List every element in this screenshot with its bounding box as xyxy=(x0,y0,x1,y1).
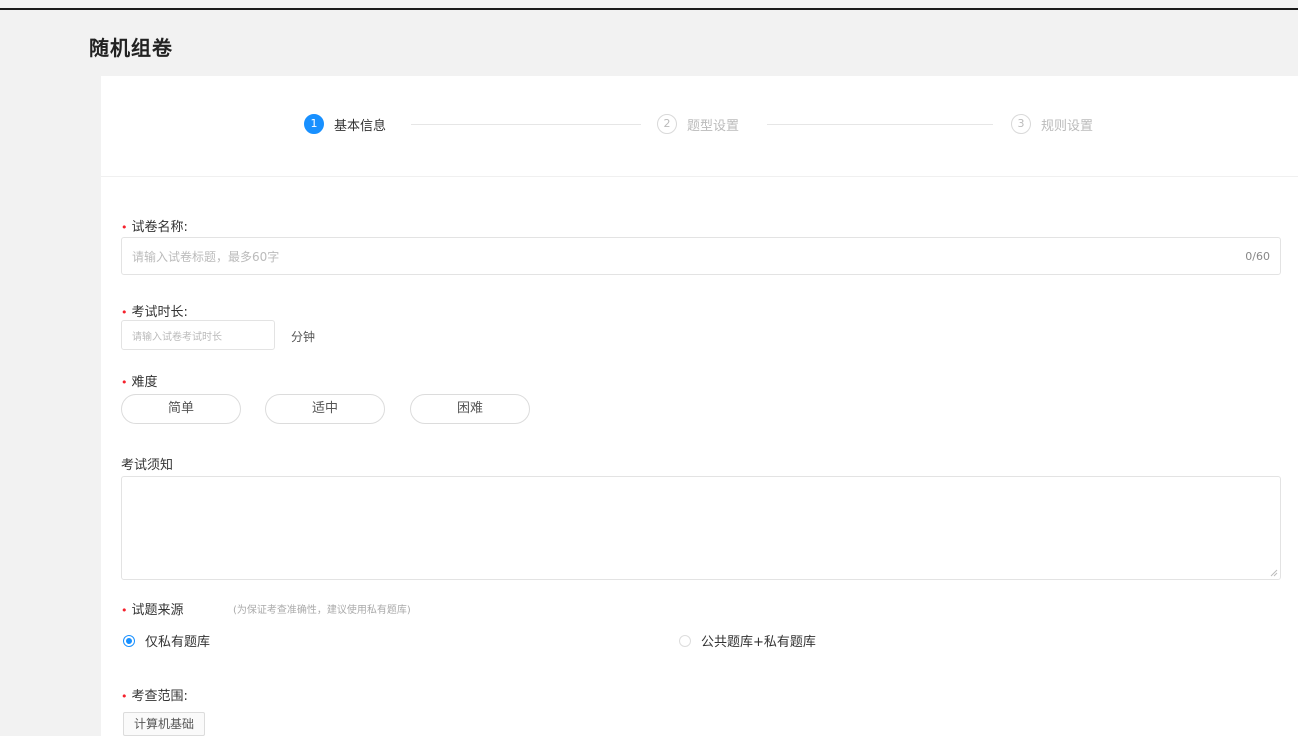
page-title: 随机组卷 xyxy=(89,36,173,60)
source-hint: (为保证考查准确性，建议使用私有题库) xyxy=(233,605,411,616)
notice-label: 考试须知 xyxy=(121,458,174,473)
difficulty-easy-button[interactable]: 简单 xyxy=(121,394,241,424)
step-label-2: 题型设置 xyxy=(687,118,740,134)
scope-tag[interactable]: 计算机基础 xyxy=(123,712,206,736)
step-label-1: 基本信息 xyxy=(334,118,387,134)
scope-label: • 考查范围: xyxy=(121,689,188,704)
difficulty-hard-button[interactable]: 困难 xyxy=(410,394,530,424)
step-connector-2 xyxy=(767,124,993,125)
step-question-types[interactable]: 2 题型设置 xyxy=(657,114,739,134)
required-mark: • xyxy=(121,604,128,617)
paper-name-label: • 试卷名称: xyxy=(121,220,188,235)
steps-bar: 1 基本信息 2 题型设置 3 规则设置 xyxy=(101,76,1298,177)
required-mark: • xyxy=(121,306,128,319)
paper-name-input[interactable]: 请输入试卷标题，最多60字 0/60 xyxy=(121,237,1281,275)
notice-textarea[interactable] xyxy=(121,476,1281,580)
step-label-3: 规则设置 xyxy=(1041,118,1094,134)
source-private-radio[interactable]: 仅私有题库 xyxy=(123,631,210,650)
difficulty-label: • 难度 xyxy=(121,375,158,390)
step-connector-1 xyxy=(411,124,641,125)
duration-unit: 分钟 xyxy=(291,330,316,344)
step-number-2: 2 xyxy=(657,114,677,134)
step-basic-info[interactable]: 1 基本信息 xyxy=(304,114,386,134)
form-card: 1 基本信息 2 题型设置 3 规则设置 • 试卷名称: 请输入试卷标题，最多60… xyxy=(101,76,1298,736)
source-public-private-radio[interactable]: 公共题库+私有题库 xyxy=(679,631,816,650)
radio-unselected-icon xyxy=(679,634,691,647)
step-rules[interactable]: 3 规则设置 xyxy=(1011,114,1093,134)
required-mark: • xyxy=(121,690,128,703)
required-mark: • xyxy=(121,221,128,234)
resize-grip-icon[interactable] xyxy=(1270,569,1278,577)
duration-label: • 考试时长: xyxy=(121,305,188,320)
step-number-3: 3 xyxy=(1011,114,1031,134)
difficulty-medium-button[interactable]: 适中 xyxy=(265,394,385,424)
required-mark: • xyxy=(121,376,128,389)
radio-selected-icon xyxy=(123,634,135,647)
duration-input[interactable]: 请输入试卷考试时长 xyxy=(121,320,275,350)
source-label: • 试题来源 xyxy=(121,603,184,618)
step-number-1: 1 xyxy=(304,114,324,134)
char-counter: 0/60 xyxy=(1245,250,1270,263)
